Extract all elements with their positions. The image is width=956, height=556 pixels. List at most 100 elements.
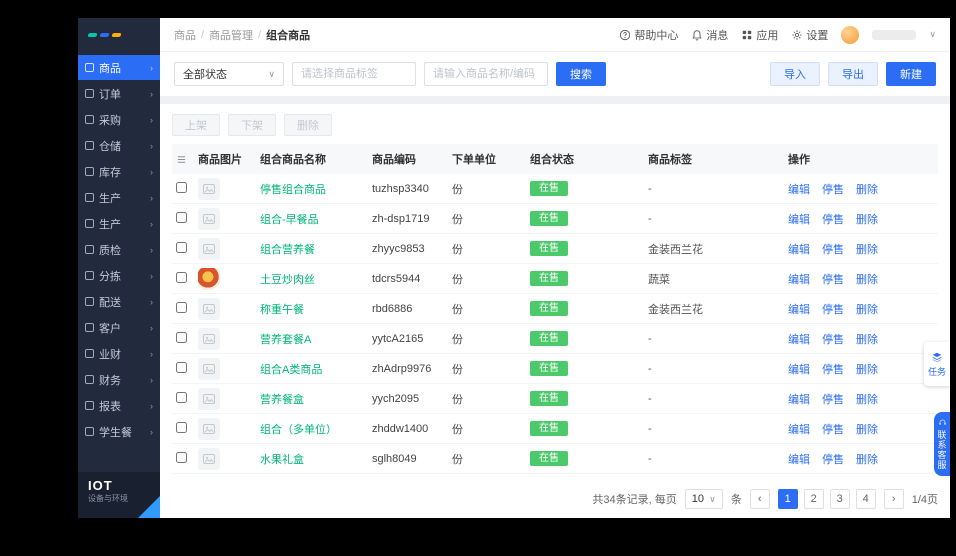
bulk-delete-button[interactable]: 删除 — [284, 114, 332, 136]
page-button[interactable]: 3 — [830, 489, 850, 509]
delete-link[interactable]: 删除 — [856, 391, 878, 407]
edit-link[interactable]: 编辑 — [788, 181, 810, 197]
stop-sale-link[interactable]: 停售 — [822, 421, 844, 437]
edit-link[interactable]: 编辑 — [788, 451, 810, 467]
user-name-redacted[interactable] — [872, 30, 916, 40]
delete-link[interactable]: 删除 — [856, 211, 878, 227]
delete-link[interactable]: 删除 — [856, 301, 878, 317]
stop-sale-link[interactable]: 停售 — [822, 271, 844, 287]
create-button[interactable]: 新建 — [886, 62, 936, 86]
product-name-link[interactable]: 组合A类商品 — [260, 361, 322, 377]
sidebar-item-13[interactable]: 报表 › — [78, 393, 160, 418]
delete-link[interactable]: 删除 — [856, 241, 878, 257]
stop-sale-link[interactable]: 停售 — [822, 211, 844, 227]
help-center-button[interactable]: 帮助中心 — [619, 27, 678, 43]
stop-sale-link[interactable]: 停售 — [822, 391, 844, 407]
sidebar-item-3[interactable]: 仓储 › — [78, 133, 160, 158]
delete-link[interactable]: 删除 — [856, 331, 878, 347]
row-checkbox[interactable] — [176, 302, 187, 313]
sidebar-item-2[interactable]: 采购 › — [78, 107, 160, 132]
messages-button[interactable]: 消息 — [691, 27, 728, 43]
row-checkbox[interactable] — [176, 242, 187, 253]
sidebar-item-0[interactable]: 商品 › — [78, 55, 160, 80]
sidebar-item-11[interactable]: 业财 › — [78, 341, 160, 366]
prev-page-button[interactable]: ‹ — [750, 489, 770, 509]
page-button[interactable]: 2 — [804, 489, 824, 509]
sidebar-item-8[interactable]: 分拣 › — [78, 263, 160, 288]
sidebar-item-5[interactable]: 生产 › — [78, 185, 160, 210]
help-center-label: 帮助中心 — [634, 27, 678, 43]
row-checkbox[interactable] — [176, 272, 187, 283]
task-widget[interactable]: 任务 — [924, 342, 950, 386]
page-button[interactable]: 4 — [856, 489, 876, 509]
delete-link[interactable]: 删除 — [856, 271, 878, 287]
sidebar-item-4[interactable]: 库存 › — [78, 159, 160, 184]
sidebar-item-6[interactable]: 生产 › — [78, 211, 160, 236]
chevron-down-icon[interactable]: ∨ — [929, 29, 936, 40]
menu-icon — [85, 375, 94, 384]
iot-panel[interactable]: IOT 设备与环境 — [78, 472, 160, 518]
delete-link[interactable]: 删除 — [856, 421, 878, 437]
row-checkbox[interactable] — [176, 452, 187, 463]
sidebar-item-10[interactable]: 客户 › — [78, 315, 160, 340]
row-checkbox[interactable] — [176, 422, 187, 433]
row-checkbox[interactable] — [176, 362, 187, 373]
sidebar-item-7[interactable]: 质检 › — [78, 237, 160, 262]
product-code: zhAdrp9976 — [372, 363, 452, 375]
product-name-link[interactable]: 称重午餐 — [260, 301, 304, 317]
row-checkbox[interactable] — [176, 332, 187, 343]
row-checkbox[interactable] — [176, 392, 187, 403]
product-name-link[interactable]: 营养套餐A — [260, 331, 311, 347]
next-page-button[interactable]: › — [884, 489, 904, 509]
breadcrumb-item-products[interactable]: 商品 — [174, 27, 196, 43]
apps-button[interactable]: 应用 — [741, 27, 778, 43]
stop-sale-link[interactable]: 停售 — [822, 361, 844, 377]
edit-link[interactable]: 编辑 — [788, 331, 810, 347]
product-name-link[interactable]: 停售组合商品 — [260, 181, 326, 197]
delete-link[interactable]: 删除 — [856, 451, 878, 467]
edit-link[interactable]: 编辑 — [788, 211, 810, 227]
stop-sale-link[interactable]: 停售 — [822, 451, 844, 467]
delete-link[interactable]: 删除 — [856, 361, 878, 377]
sidebar-item-12[interactable]: 财务 › — [78, 367, 160, 392]
sidebar-item-1[interactable]: 订单 › — [78, 81, 160, 106]
product-name-link[interactable]: 组合营养餐 — [260, 241, 315, 257]
search-button[interactable]: 搜索 — [556, 62, 606, 86]
edit-link[interactable]: 编辑 — [788, 241, 810, 257]
status-select[interactable]: 全部状态 ∨ — [174, 62, 284, 86]
edit-link[interactable]: 编辑 — [788, 391, 810, 407]
stop-sale-link[interactable]: 停售 — [822, 301, 844, 317]
page-size-select[interactable]: 10 ∨ — [685, 489, 723, 509]
product-name-link[interactable]: 组合-早餐品 — [260, 211, 319, 227]
tag-select-input[interactable] — [292, 62, 416, 86]
sidebar-item-14[interactable]: 学生餐 › — [78, 419, 160, 444]
row-checkbox[interactable] — [176, 212, 187, 223]
breadcrumb-current: 组合商品 — [266, 27, 310, 43]
bulk-on-sale-button[interactable]: 上架 — [172, 114, 220, 136]
product-name-link[interactable]: 土豆炒肉丝 — [260, 271, 315, 287]
stop-sale-link[interactable]: 停售 — [822, 181, 844, 197]
sidebar-item-9[interactable]: 配送 › — [78, 289, 160, 314]
settings-button[interactable]: 设置 — [791, 27, 828, 43]
edit-link[interactable]: 编辑 — [788, 301, 810, 317]
product-name-link[interactable]: 营养餐盒 — [260, 391, 304, 407]
edit-link[interactable]: 编辑 — [788, 421, 810, 437]
stop-sale-link[interactable]: 停售 — [822, 241, 844, 257]
edit-link[interactable]: 编辑 — [788, 271, 810, 287]
stop-sale-link[interactable]: 停售 — [822, 331, 844, 347]
import-button[interactable]: 导入 — [770, 62, 820, 86]
page-button[interactable]: 1 — [778, 489, 798, 509]
product-name-link[interactable]: 组合（多单位） — [260, 421, 337, 437]
export-button[interactable]: 导出 — [828, 62, 878, 86]
row-checkbox[interactable] — [176, 182, 187, 193]
delete-link[interactable]: 删除 — [856, 181, 878, 197]
avatar[interactable] — [841, 26, 859, 44]
edit-link[interactable]: 编辑 — [788, 361, 810, 377]
bulk-off-sale-button[interactable]: 下架 — [228, 114, 276, 136]
breadcrumb-item-product-management[interactable]: 商品管理 — [209, 27, 253, 43]
keyword-input[interactable] — [424, 62, 548, 86]
contact-support-tab[interactable]: 联系客服 — [934, 412, 950, 476]
chevron-right-icon: › — [150, 245, 153, 255]
column-settings-icon[interactable] — [172, 154, 198, 165]
product-name-link[interactable]: 水果礼盒 — [260, 451, 304, 467]
